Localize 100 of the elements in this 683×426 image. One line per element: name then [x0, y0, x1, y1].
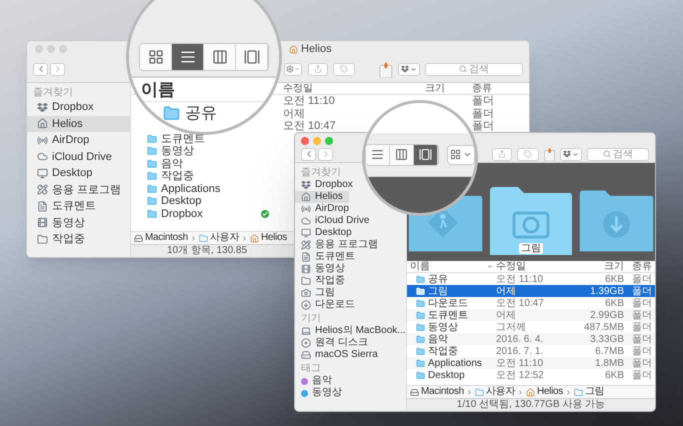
file-row[interactable]: 음악 2016. 6. 4. 3.33GB 폴더 [407, 333, 655, 345]
path-item[interactable]: Macintosh [145, 232, 188, 244]
table-cell-text: 2016. 7. 1. [496, 346, 544, 356]
file-row[interactable]: Applications 오전 11:10 1.8MB 폴더 [407, 357, 655, 369]
table-cell-text: 오전 11:10 [496, 358, 544, 368]
sidebar-item[interactable]: 음악 [295, 375, 338, 387]
view-button[interactable] [236, 44, 268, 70]
path-item[interactable]: Helios [537, 386, 563, 398]
folder-icon [301, 276, 311, 286]
dropbox-icon [37, 102, 48, 113]
table-cell-text: 어제 [496, 286, 517, 296]
chevron-icon [565, 388, 572, 396]
sidebar-item[interactable]: macOS Sierra [295, 349, 384, 361]
window-title: Helios [301, 42, 332, 56]
sidebar-item[interactable]: 동영상 [295, 387, 348, 399]
column-header[interactable]: 이름 [410, 261, 484, 272]
column-header[interactable]: 크기 [572, 261, 624, 272]
column-header[interactable]: 종류 [624, 261, 652, 272]
view-button[interactable] [140, 44, 172, 70]
path-item[interactable]: Macintosh [421, 386, 464, 398]
group-menu-button[interactable] [447, 144, 475, 164]
action-menu-button[interactable] [284, 62, 302, 76]
folder-icon [474, 388, 484, 396]
table-cell-text: 3.33GB [589, 334, 624, 344]
dropbox-icon [563, 150, 571, 158]
sidebar-item[interactable]: Dropbox [295, 179, 359, 191]
view-switcher[interactable] [365, 144, 439, 166]
view-button[interactable] [414, 144, 438, 164]
view-button[interactable] [204, 44, 236, 70]
sidebar-item[interactable]: 응용 프로그램 [295, 239, 384, 251]
cloud-icon [37, 151, 48, 162]
column-header[interactable]: 이름 [141, 80, 175, 100]
cover-flow-icon [419, 148, 432, 161]
table-cell-text: 그저께 [496, 322, 527, 332]
view-button[interactable] [390, 144, 414, 164]
table-cell-text: 1.8MB [594, 358, 624, 368]
column-header: 크기 [424, 83, 445, 94]
folder-icon [416, 346, 425, 356]
share-icon [314, 65, 322, 73]
file-name: Applications [428, 358, 482, 368]
path-item[interactable]: 사용자 [486, 386, 515, 398]
sidebar-item[interactable]: 응용 프로그램 [27, 182, 130, 198]
folder-icon [147, 134, 157, 144]
sidebar-item[interactable]: AirDrop [27, 132, 130, 148]
sidebar-item[interactable]: iCloud Drive [295, 215, 376, 227]
sidebar-item[interactable]: Helios [27, 116, 130, 132]
dropbox-menu-button[interactable] [560, 148, 582, 160]
chevron-icon [517, 388, 524, 396]
sidebar-item[interactable]: Desktop [27, 165, 130, 182]
sidebar-item[interactable]: Desktop [295, 227, 358, 239]
download-icon [301, 300, 311, 310]
sidebar-item[interactable]: iCloud Drive [27, 148, 130, 165]
chevron-icon [466, 388, 473, 396]
sidebar-item[interactable]: 도큐멘트 [295, 251, 361, 263]
table-cell-text: 오전 11:10 [282, 95, 336, 108]
table-cell-text: 폴더 [471, 95, 494, 108]
sidebar-item[interactable]: Helios [295, 191, 349, 203]
radio-waves-icon [301, 204, 311, 214]
view-switcher[interactable] [139, 43, 269, 71]
back-button[interactable] [301, 148, 316, 160]
sidebar-item[interactable]: 동영상 [295, 263, 351, 275]
sidebar-item[interactable]: 원격 디스크 [295, 337, 374, 349]
sidebar-heading: 즐겨찾기 [32, 87, 74, 99]
folder-icon [147, 171, 157, 182]
path-item[interactable]: 그림 [585, 386, 604, 398]
dropbox-menu-button[interactable] [398, 62, 420, 76]
column-header[interactable]: 수정일 [496, 261, 572, 272]
folder-icon [416, 298, 425, 308]
table-cell-text: 폴더 [631, 298, 652, 308]
window-controls[interactable] [301, 137, 333, 145]
folder-icon [416, 358, 425, 368]
sidebar-item[interactable]: AirDrop [295, 203, 355, 215]
sidebar-item[interactable]: Dropbox [27, 99, 130, 116]
sidebar-item[interactable]: 작업중 [295, 275, 351, 287]
pencil-ruler-icon [37, 184, 48, 196]
file-name: 작업중 [428, 346, 458, 356]
view-button[interactable] [366, 144, 390, 164]
file-row[interactable]: 그림 어제 1.39GB 폴더 [407, 285, 655, 297]
sidebar-item[interactable]: 작업중 [27, 231, 130, 248]
path-item[interactable]: 사용자 [210, 232, 239, 244]
search-field[interactable]: 검색 [587, 148, 649, 160]
table-cell-text: 폴더 [631, 370, 652, 380]
file-row[interactable]: 도큐멘트 어제 2.99GB 폴더 [407, 309, 655, 321]
folder-icon [416, 370, 425, 380]
sidebar-item[interactable]: 도큐멘트 [27, 198, 130, 214]
sidebar-item[interactable]: 그림 [295, 287, 341, 299]
search-icon [603, 150, 611, 158]
list-view-icon [180, 49, 196, 65]
view-button[interactable] [172, 44, 204, 70]
list-view-icon [371, 148, 384, 161]
back-button[interactable] [33, 62, 48, 76]
path-item[interactable]: Helios [261, 232, 287, 244]
folder-icon [163, 105, 180, 122]
table-cell-text: 폴더 [631, 334, 652, 344]
sidebar-item[interactable]: 다운로드 [295, 299, 361, 311]
table-cell-text: 폴더 [631, 310, 652, 320]
hard-drive-icon [301, 350, 311, 360]
sidebar-item[interactable]: 동영상 [27, 214, 130, 231]
table-cell-text: 어제 [496, 310, 517, 320]
search-field[interactable]: 검색 [425, 62, 523, 76]
